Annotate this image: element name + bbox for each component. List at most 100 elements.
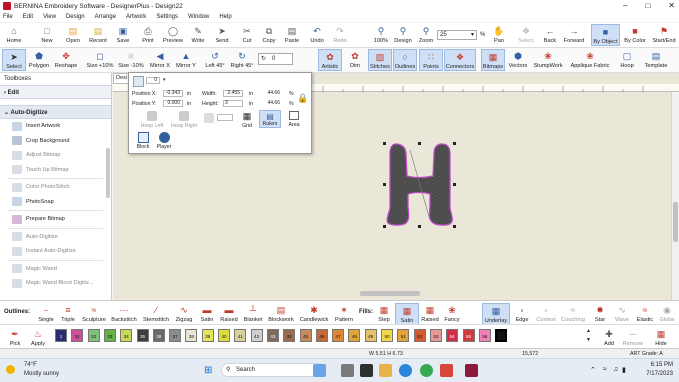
connectors-button[interactable]: ❖ Connectors <box>444 49 476 71</box>
color-swatch[interactable]: 32 <box>87 329 100 342</box>
hoop-button[interactable]: ▢ Hoop <box>615 49 639 69</box>
color-swatch[interactable]: 41 <box>234 329 247 342</box>
edge-button[interactable]: ⬞ Edge <box>510 303 534 323</box>
edge-browser-icon[interactable] <box>399 364 412 377</box>
stumpwork-button[interactable]: ❀ StumpWork <box>532 49 564 69</box>
color-swatch[interactable]: 36 <box>152 329 165 342</box>
area-button[interactable]: Area <box>284 111 304 128</box>
selection-handle-ml[interactable] <box>383 183 386 186</box>
fancy-fill-button[interactable]: ❀ Fancy <box>440 303 464 323</box>
new-button[interactable]: □ New <box>35 24 59 44</box>
color-swatch[interactable]: 1 <box>55 329 67 342</box>
magic-wand-item[interactable]: Magic Wand <box>0 262 111 277</box>
file-explorer-icon[interactable] <box>379 364 392 377</box>
selection-handle-br[interactable] <box>453 225 456 228</box>
blockwork-button[interactable]: ▤ Blockwork <box>266 303 296 323</box>
by-color-button[interactable]: ■ By Color <box>621 24 649 44</box>
bitmaps-button[interactable]: ▦ Bitmaps <box>481 49 505 71</box>
color-swatch[interactable]: 35 <box>136 329 149 342</box>
add-color-button[interactable]: ✚ Add <box>597 327 621 347</box>
mirror-y-button[interactable]: ▲ Mirror Y <box>174 49 198 69</box>
windows-start-icon[interactable]: ⊞ <box>204 365 212 376</box>
remove-color-button[interactable]: ─ Remove <box>621 327 645 347</box>
polygon-button[interactable]: ⬟ Polygon <box>27 49 51 69</box>
color-swatch[interactable]: 31 <box>71 329 84 342</box>
color-swatch[interactable]: 46 <box>315 329 328 342</box>
player-button[interactable]: Player <box>155 132 173 150</box>
hoop-left-button[interactable]: Hoop Left <box>137 111 167 129</box>
pan-button[interactable]: ✋ Pan <box>487 24 511 44</box>
rotate-right-button[interactable]: ↻ Right 45° <box>230 49 254 69</box>
menu-window[interactable]: Window <box>188 14 209 20</box>
battery-icon[interactable]: ▮ <box>622 366 626 374</box>
color-swatch[interactable]: 44 <box>283 329 296 342</box>
grid-button[interactable]: ▦ Grid <box>237 111 257 129</box>
wifi-icon[interactable]: ≈ <box>603 366 607 373</box>
couching-button[interactable]: ≈ Couching <box>559 303 587 323</box>
task-view-icon[interactable] <box>341 364 354 377</box>
widgets-icon[interactable] <box>313 364 326 377</box>
color-swatch[interactable]: 56 <box>478 329 491 342</box>
open-button[interactable]: ▤ Open <box>61 24 85 44</box>
backstitch-button[interactable]: ⋯ Backstitch <box>109 303 139 323</box>
outlines-button[interactable]: ○ Outlines <box>393 49 417 71</box>
applique-fabric-button[interactable]: ❀ Applique Fabric <box>567 49 613 69</box>
size-plus-button[interactable]: ◻ Size +10% <box>85 49 115 69</box>
color-photostitch-item[interactable]: Color PhotoStitch <box>0 180 111 195</box>
auto-digitize-section-header[interactable]: ⌄ Auto-Digitize <box>0 105 111 119</box>
menu-help[interactable]: Help <box>219 14 231 20</box>
photosnap-item[interactable]: PhotoSnap <box>0 195 111 210</box>
single-outline-button[interactable]: ⎯ Single <box>34 303 58 323</box>
select-nav-button[interactable]: ❖ Select <box>514 24 538 44</box>
pattern-button[interactable]: ✶ Pattern <box>332 303 356 323</box>
palette-scroll-up-icon[interactable]: ▲ <box>586 328 591 334</box>
print-button[interactable]: ⎙ Print <box>136 24 160 44</box>
position-y-input[interactable]: 0.000 <box>163 100 183 107</box>
size-minus-button[interactable]: ◽ Size -10% <box>117 49 145 69</box>
color-swatch[interactable]: 42 <box>250 329 263 342</box>
zoom-button[interactable]: ⚲ Zoom <box>414 24 438 44</box>
paste-button[interactable]: ▤ Paste <box>280 24 304 44</box>
color-swatch[interactable] <box>494 328 509 343</box>
panel-scrollbar[interactable] <box>106 148 110 198</box>
taskbar-search-box[interactable]: ⚲ Search <box>221 363 325 377</box>
raised-outline-button[interactable]: ▬ Raised <box>217 303 241 323</box>
color-swatch[interactable]: 34 <box>120 329 133 342</box>
magic-wand-block-item[interactable]: Magic Wand Block Digitiz... <box>0 276 111 291</box>
candlewick-button[interactable]: ✱ Candlewick <box>298 303 330 323</box>
color-swatch[interactable]: 45 <box>299 329 312 342</box>
save-button[interactable]: ▣ Save <box>111 24 135 44</box>
embroidery-letter-h[interactable] <box>380 138 460 230</box>
home-button[interactable]: ⌂ Home <box>2 24 26 44</box>
vertical-scrollbar[interactable] <box>671 92 679 300</box>
preview-button[interactable]: ◯ Preview <box>161 24 185 44</box>
color-swatch[interactable]: 43 <box>266 329 279 342</box>
globe-button[interactable]: ◉ Globe <box>655 303 679 323</box>
design-zoom-button[interactable]: ⚲ Design <box>391 24 415 44</box>
color-swatch[interactable]: 48 <box>348 329 361 342</box>
step-fill-button[interactable]: ▦ Step <box>372 303 396 323</box>
color-swatch[interactable]: 38 <box>185 329 198 342</box>
menu-edit[interactable]: Edit <box>23 14 33 20</box>
copy-button[interactable]: ⧉ Copy <box>257 24 281 44</box>
underlay-button[interactable]: ▦ Underlay <box>482 303 510 325</box>
prepare-bitmap-item[interactable]: Prepare Bitmap <box>0 212 111 227</box>
block-button[interactable]: Block <box>135 132 151 150</box>
zoom-input[interactable]: 25 ▾ <box>437 30 477 40</box>
color-swatch[interactable]: 51 <box>397 329 410 342</box>
stemstitch-button[interactable]: ∕ Stemstitch <box>141 303 171 323</box>
crop-background-item[interactable]: Crop Background <box>0 134 111 149</box>
designer-plus-icon[interactable] <box>465 364 478 377</box>
satin-fill-button[interactable]: ▦ Satin <box>395 303 419 325</box>
selection-handle-bl[interactable] <box>383 225 386 228</box>
apply-button[interactable]: ♨ Apply <box>26 327 50 347</box>
stitches-button[interactable]: ▧ Stitches <box>368 49 392 71</box>
artistic-button[interactable]: ✿ Artistic <box>318 49 342 71</box>
satin-outline-button[interactable]: ▬ Satin <box>195 303 219 323</box>
rotate-angle-input[interactable]: ↻ 0 <box>258 53 293 65</box>
hide-colors-button[interactable]: ▦ Hide <box>649 327 673 347</box>
undo-button[interactable]: ↶ Undo <box>305 24 329 44</box>
width-input[interactable]: 2.455 <box>223 90 243 97</box>
app-icon-red[interactable] <box>440 364 453 377</box>
height-input[interactable]: 3 <box>223 100 243 107</box>
